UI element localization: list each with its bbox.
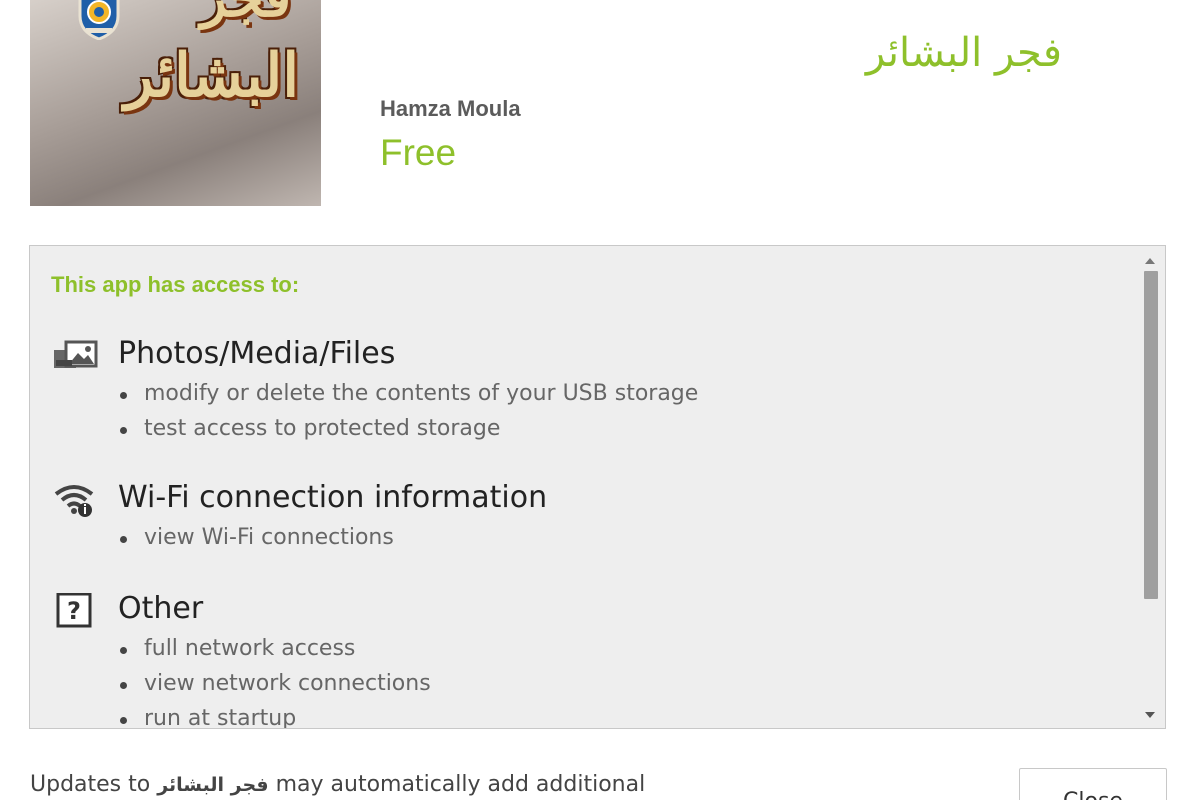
svg-text:?: ? [67, 597, 81, 625]
permission-item: modify or delete the contents of your US… [118, 376, 698, 411]
updates-notice-prefix: Updates to [30, 772, 151, 797]
permission-group-title: Wi-Fi connection information [118, 480, 548, 515]
close-button[interactable]: Close [1019, 768, 1167, 800]
wifi-info-icon [54, 485, 94, 517]
permissions-heading: This app has access to: [51, 272, 300, 297]
install-permissions-dialog: فجر البشائر فجر البشائر Hamza Moula Free… [0, 0, 1200, 800]
developer-name[interactable]: Hamza Moula [380, 96, 521, 122]
updates-notice: Updates to فجر البشائر may automatically… [30, 772, 645, 797]
app-icon-text-main: البشائر [124, 41, 299, 111]
updates-notice-app-name: فجر البشائر [157, 774, 269, 796]
updates-notice-suffix: may automatically add additional [275, 772, 646, 797]
permission-items: modify or delete the contents of your US… [118, 376, 698, 446]
permission-group-title: Other [118, 591, 204, 626]
permissions-panel[interactable]: This app has access to: Photos/Media/Fil… [29, 245, 1166, 729]
price-label: Free [380, 132, 457, 173]
permission-item: view network connections [118, 666, 431, 701]
app-icon: فجر البشائر [30, 0, 321, 206]
permissions-list: This app has access to: Photos/Media/Fil… [30, 246, 1137, 728]
app-title: فجر البشائر [865, 30, 1062, 76]
permission-item: run at startup [118, 701, 431, 728]
scrollbar[interactable] [1138, 246, 1165, 728]
scrollbar-thumb[interactable] [1144, 271, 1158, 599]
shield-badge-icon [78, 0, 120, 40]
permission-item: view Wi-Fi connections [118, 520, 394, 555]
scroll-up-arrow-icon[interactable] [1145, 258, 1155, 264]
question-mark-icon: ? [56, 593, 92, 628]
permission-items: full network access view network connect… [118, 631, 431, 728]
app-icon-text-top: فجر [201, 0, 291, 24]
permission-items: view Wi-Fi connections [118, 520, 394, 555]
permission-item: test access to protected storage [118, 411, 698, 446]
scroll-down-arrow-icon[interactable] [1145, 712, 1155, 718]
permission-group-title: Photos/Media/Files [118, 336, 396, 371]
photo-media-icon [54, 340, 98, 368]
permission-item: full network access [118, 631, 431, 666]
